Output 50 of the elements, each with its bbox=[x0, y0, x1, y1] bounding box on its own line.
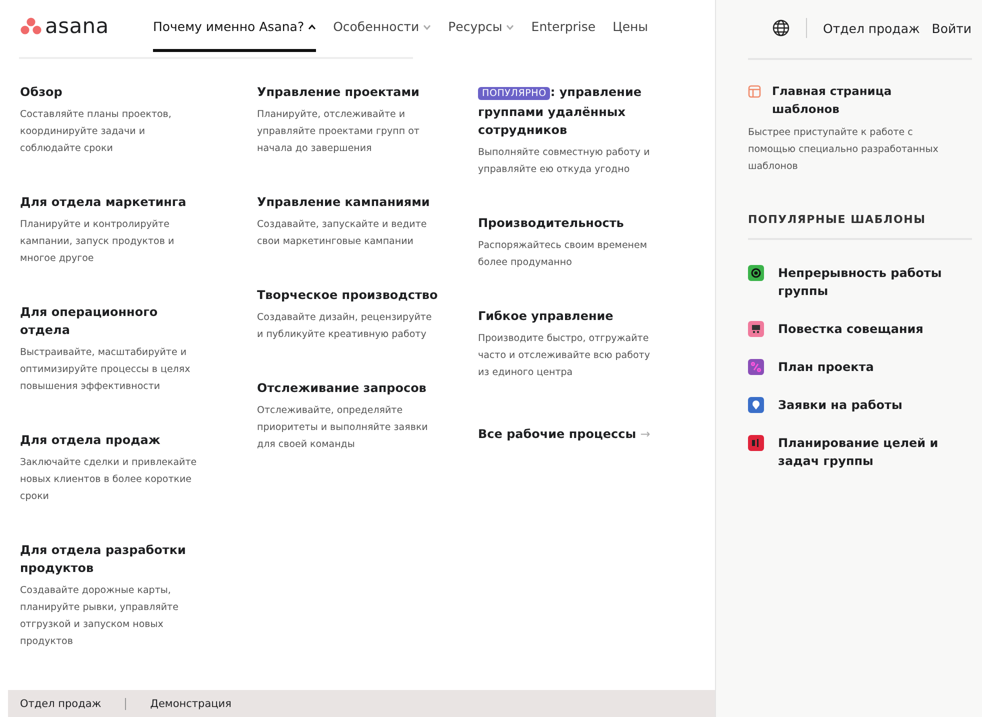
menu-item-title[interactable]: ПОПУЛЯРНО : управление группами удалённых сотрудников bbox=[478, 83, 668, 139]
menu-item-description: Создавайте, запускайте и ведите свои маркетинговые кампании bbox=[257, 218, 428, 249]
section-heading: ПОПУЛЯРНЫЕ ШАБЛОНЫ bbox=[748, 213, 927, 226]
globe-icon[interactable] bbox=[772, 19, 790, 37]
menu-item-title[interactable]: Гибкое управление bbox=[478, 307, 668, 325]
menu-item-title[interactable]: Обзор bbox=[20, 83, 190, 101]
menu-item-description: Производите быстро, отгружайте часто и отслеживайте всю работу из единого центра bbox=[478, 332, 650, 380]
caret-icon bbox=[506, 24, 514, 30]
login-link[interactable]: Войти bbox=[932, 20, 972, 36]
menu-item-description: Выполняйте совместную работу и управляйте ею откуда угодно bbox=[478, 146, 650, 177]
template-link[interactable]: Заявки на работы bbox=[778, 396, 968, 414]
menu-item-title[interactable]: Для операционного отдела bbox=[20, 303, 190, 339]
menu-item-description: Создавайте дорожные карты, планируйте рывки, управляйте отгрузкой и запуском новых продуктов bbox=[20, 584, 180, 649]
nav-link[interactable]: Цены bbox=[612, 0, 648, 52]
all-workflows-link[interactable]: Все рабочие процессы → bbox=[478, 427, 668, 441]
caret-icon bbox=[308, 24, 316, 30]
template-link[interactable]: Планирование целей и задач группы bbox=[778, 434, 968, 470]
templates-home-link[interactable]: Главная страница шаблонов bbox=[772, 82, 902, 118]
footer-link[interactable]: Отдел продаж bbox=[20, 698, 126, 710]
menu-item-description: Составляйте планы проектов, координируйте задачи и соблюдайте сроки bbox=[20, 108, 172, 156]
menu-item-title[interactable]: Производительность bbox=[478, 214, 668, 232]
menu-item-description: Заключайте сделки и привлекайте новых клиентов в более короткие сроки bbox=[20, 456, 198, 504]
footer-link[interactable]: Демонстрация bbox=[125, 698, 256, 710]
menu-item-title[interactable]: Для отдела разработки продуктов bbox=[20, 541, 190, 577]
templates-home-description: Быстрее приступайте к работе с помощью специально разработанных шаблонов bbox=[748, 126, 940, 174]
menu-item-description: Отслеживайте, определяйте приоритеты и выполняйте заявки для своей команды bbox=[257, 404, 429, 452]
logo-icon bbox=[20, 17, 42, 35]
template-link[interactable]: Непрерывность работы группы bbox=[778, 264, 968, 300]
menu-item-title[interactable]: Управление проектами bbox=[257, 83, 478, 101]
logo-text[interactable]: asana bbox=[45, 14, 109, 38]
nav-link[interactable]: Ресурсы bbox=[448, 0, 514, 52]
menu-item-description: Планируйте и контролируйте кампании, запуск продуктов и многое другое bbox=[20, 218, 176, 266]
popular-badge: ПОПУЛЯРНО bbox=[478, 87, 550, 100]
layout-icon bbox=[748, 85, 761, 98]
menu-item-description: Создавайте дизайн, рецензируйте и публикуйте креативную работу bbox=[257, 311, 433, 342]
nav-link[interactable]: Особенности bbox=[333, 0, 432, 52]
menu-item-description: Выстраивайте, масштабируйте и оптимизируйте процессы в целях повышения эффективности bbox=[20, 346, 192, 394]
caret-icon bbox=[423, 24, 432, 30]
nav-link[interactable]: Enterprise bbox=[531, 0, 596, 52]
nav-link[interactable]: Почему именно Asana? bbox=[153, 0, 316, 52]
menu-item-title[interactable]: Управление кампаниями bbox=[257, 193, 478, 211]
menu-item-title[interactable]: Отслеживание запросов bbox=[257, 379, 478, 397]
template-link[interactable]: План проекта bbox=[778, 358, 968, 376]
menu-item-title[interactable]: Творческое производство bbox=[257, 286, 478, 304]
menu-item-title[interactable]: Для отдела продаж bbox=[20, 431, 190, 449]
menu-item-description: Планируйте, отслеживайте и управляйте проектами групп от начала до завершения bbox=[257, 108, 420, 156]
menu-item-title[interactable]: Для отдела маркетинга bbox=[20, 193, 190, 211]
template-link[interactable]: Повестка совещания bbox=[778, 320, 968, 338]
sales-link[interactable]: Отдел продаж bbox=[823, 20, 920, 36]
menu-item-description: Распоряжайтесь своим временем более продуманно bbox=[478, 239, 648, 270]
